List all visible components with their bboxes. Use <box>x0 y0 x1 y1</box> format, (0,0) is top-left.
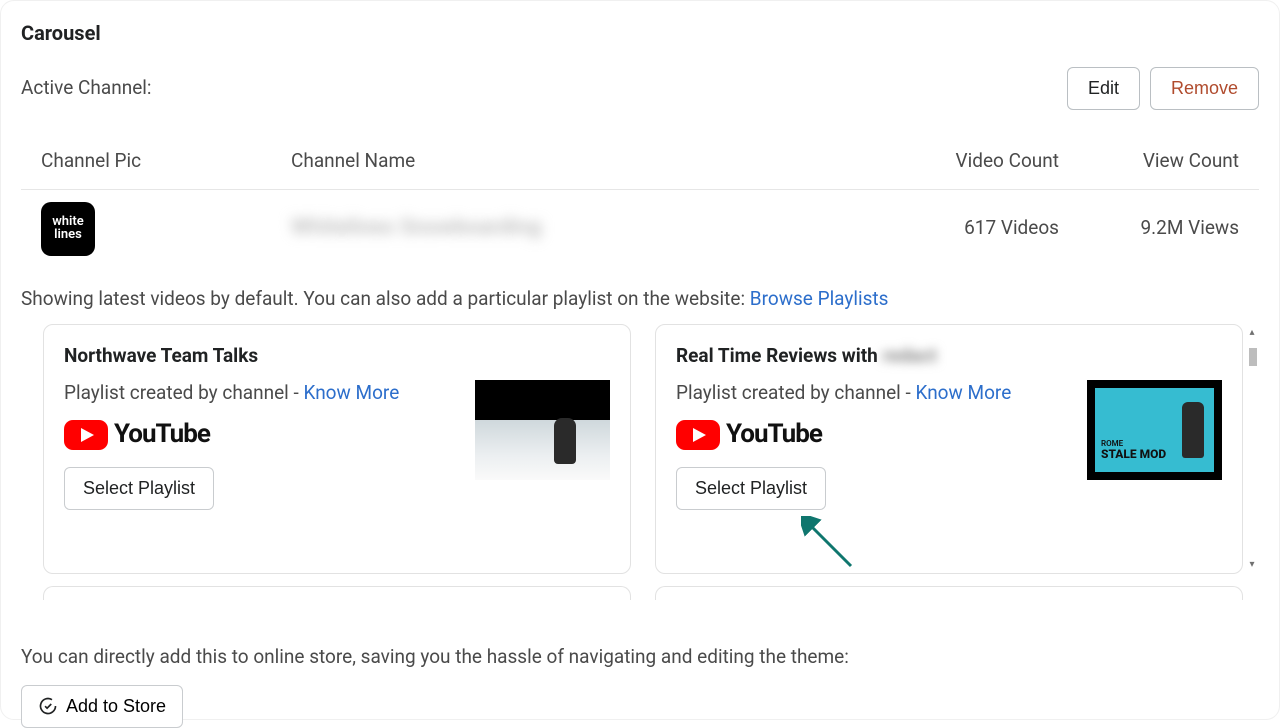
channel-name-blurred: Whitelines Snowboarding <box>291 215 542 240</box>
scrollbar-thumb[interactable] <box>1249 348 1257 366</box>
youtube-logo: YouTube <box>676 416 1071 452</box>
youtube-play-icon <box>64 420 108 450</box>
header-buttons: Edit Remove <box>1067 67 1259 110</box>
youtube-text: YouTube <box>114 416 210 452</box>
scroll-down-icon[interactable]: ▾ <box>1249 558 1254 572</box>
scroll-up-icon[interactable]: ▴ <box>1249 326 1254 340</box>
add-to-store-text: You can directly add this to online stor… <box>21 644 1259 671</box>
section-title: Carousel <box>21 19 1259 47</box>
carousel-panel: Carousel Active Channel: Edit Remove Cha… <box>0 0 1280 720</box>
playlist-grid: Northwave Team Talks Playlist created by… <box>21 324 1259 574</box>
youtube-play-icon <box>676 420 720 450</box>
playlist-title: Real Time Reviews with redact <box>676 343 1222 370</box>
video-count: 617 Videos <box>879 215 1059 242</box>
select-playlist-button[interactable]: Select Playlist <box>64 467 214 510</box>
playlist-subtitle: Playlist created by channel - Know More <box>676 380 1071 407</box>
header-row: Active Channel: Edit Remove <box>21 67 1259 110</box>
view-count: 9.2M Views <box>1059 215 1239 242</box>
playlist-thumbnail <box>475 380 610 480</box>
th-channel-name: Channel Name <box>291 148 879 175</box>
next-row-peek <box>21 586 1259 600</box>
scrollbar[interactable]: ▴ ▾ <box>1245 324 1259 574</box>
active-channel-label: Active Channel: <box>21 75 152 102</box>
playlist-thumbnail: ROME STALE MOD <box>1087 380 1222 480</box>
playlist-title: Northwave Team Talks <box>64 343 610 370</box>
table-row: whitelines Whitelines Snowboarding 617 V… <box>21 190 1259 280</box>
youtube-text: YouTube <box>726 416 822 452</box>
playlist-card: Northwave Team Talks Playlist created by… <box>43 324 631 574</box>
th-view-count: View Count <box>1059 148 1239 175</box>
check-circle-icon <box>38 696 58 716</box>
playlist-subtitle: Playlist created by channel - Know More <box>64 380 459 407</box>
add-to-store-button[interactable]: Add to Store <box>21 685 183 728</box>
youtube-logo: YouTube <box>64 416 459 452</box>
th-video-count: Video Count <box>879 148 1059 175</box>
know-more-link[interactable]: Know More <box>303 381 399 404</box>
channel-avatar: whitelines <box>41 202 95 256</box>
channel-name-cell: Whitelines Snowboarding <box>291 213 879 244</box>
add-to-store-label: Add to Store <box>66 696 166 717</box>
browse-playlists-link[interactable]: Browse Playlists <box>750 287 889 310</box>
table-header: Channel Pic Channel Name Video Count Vie… <box>21 138 1259 190</box>
th-channel-pic: Channel Pic <box>41 148 291 175</box>
thumbnail-caption: ROME STALE MOD <box>1101 440 1166 460</box>
edit-button[interactable]: Edit <box>1067 67 1140 110</box>
remove-button[interactable]: Remove <box>1150 67 1259 110</box>
playlist-card-peek <box>655 586 1243 600</box>
playlist-info-text: Showing latest videos by default. You ca… <box>21 287 750 310</box>
playlist-info-line: Showing latest videos by default. You ca… <box>21 286 1259 313</box>
select-playlist-button[interactable]: Select Playlist <box>676 467 826 510</box>
playlist-card-peek <box>43 586 631 600</box>
channel-avatar-cell: whitelines <box>41 202 291 256</box>
know-more-link[interactable]: Know More <box>915 381 1011 404</box>
playlist-card: Real Time Reviews with redact Playlist c… <box>655 324 1243 574</box>
